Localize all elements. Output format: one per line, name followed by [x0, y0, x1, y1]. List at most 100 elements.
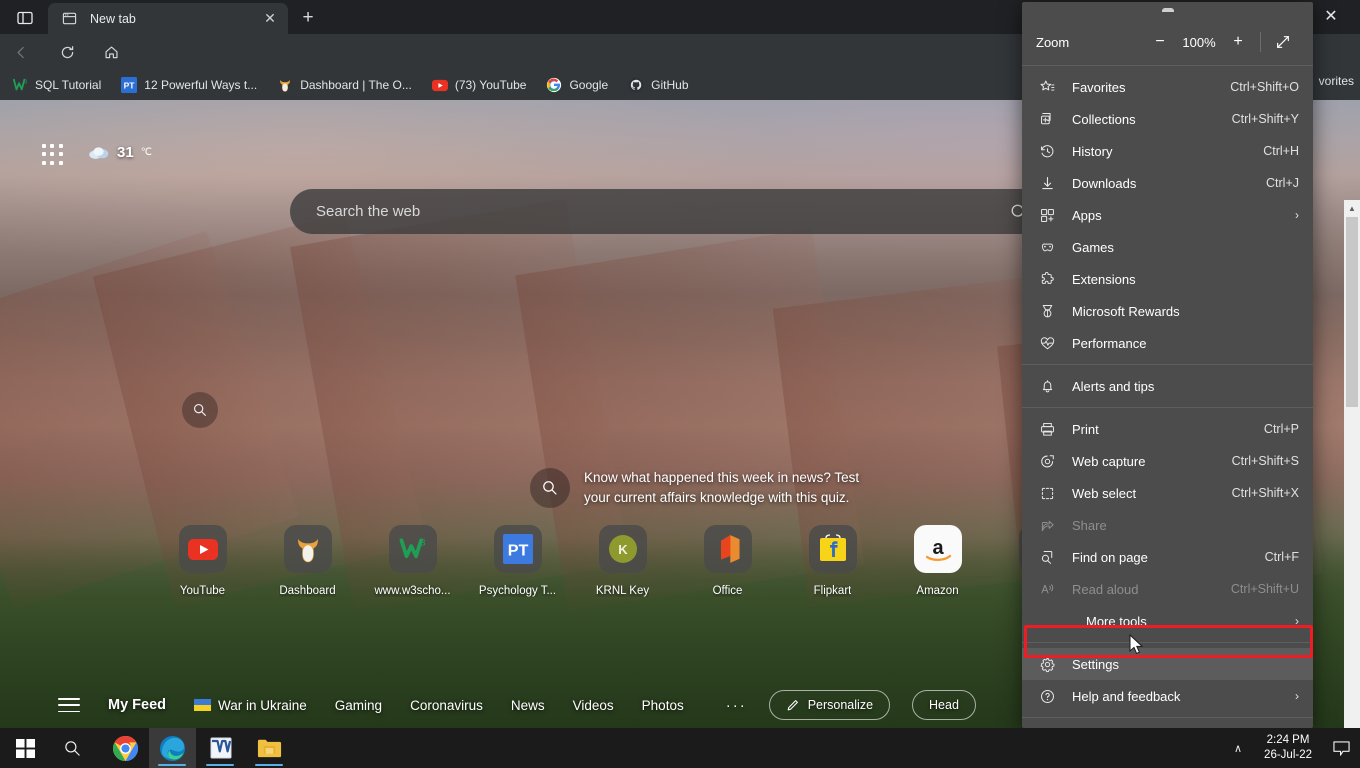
browser-tab[interactable]: New tab ✕: [48, 3, 288, 34]
action-center-icon[interactable]: [1322, 728, 1360, 768]
shortcut-flipkart[interactable]: Flipkart: [780, 525, 885, 597]
shortcut-dashboard[interactable]: Dashboard: [255, 525, 360, 597]
feed-more-button[interactable]: ···: [726, 697, 747, 714]
new-tab-button[interactable]: +: [294, 5, 322, 31]
menu-item-settings[interactable]: Settings: [1022, 648, 1313, 680]
divider: [1260, 32, 1261, 52]
feed-tab-videos[interactable]: Videos: [573, 698, 614, 713]
shortcut-w3schools[interactable]: 3 www.w3scho...: [360, 525, 465, 597]
shortcut-krnl-key[interactable]: K KRNL Key: [570, 525, 675, 597]
page-scrollbar[interactable]: ▲ ▼: [1344, 200, 1360, 728]
apps-grid-icon[interactable]: [42, 144, 64, 166]
shortcut-label: Dashboard: [279, 585, 336, 597]
menu-item-label: Favorites: [1072, 79, 1126, 95]
heading-button[interactable]: Head: [912, 690, 976, 720]
w3schools-icon: 3: [12, 77, 28, 93]
taskbar-clock[interactable]: 2:24 PM 26-Jul-22: [1254, 733, 1322, 763]
menu-item-more-tools[interactable]: More tools ›: [1022, 605, 1313, 637]
ntp-search-placeholder: Search the web: [316, 203, 421, 220]
home-button[interactable]: [94, 37, 128, 67]
menu-item-print[interactable]: Print Ctrl+P: [1022, 413, 1313, 445]
bookmark-sql-tutorial[interactable]: 3 SQL Tutorial: [4, 73, 109, 97]
menu-item-downloads[interactable]: Downloads Ctrl+J: [1022, 167, 1313, 199]
menu-item-alerts-and-tips[interactable]: Alerts and tips: [1022, 370, 1313, 402]
fullscreen-icon[interactable]: [1267, 27, 1299, 57]
bookmark-youtube[interactable]: (73) YouTube: [424, 73, 535, 97]
menu-item-find-on-page[interactable]: Find on page Ctrl+F: [1022, 541, 1313, 573]
feed-tab-coronavirus[interactable]: Coronavirus: [410, 698, 483, 713]
tray-expand-chevron-icon[interactable]: ∧: [1222, 728, 1254, 768]
bell-icon: [1036, 376, 1058, 396]
tab-close-icon[interactable]: ✕: [258, 7, 282, 31]
menu-item-label: Read aloud: [1072, 581, 1139, 597]
psychology-today-icon: PT: [493, 525, 542, 573]
shortcut-youtube[interactable]: YouTube: [150, 525, 255, 597]
zoom-row: Zoom − 100% +: [1022, 24, 1313, 60]
scroll-up-arrow-icon[interactable]: ▲: [1344, 200, 1360, 217]
menu-item-shortcut: Ctrl+P: [1263, 422, 1299, 436]
personalize-label: Personalize: [807, 698, 874, 712]
bookmark-12-powerful-ways[interactable]: PT 12 Powerful Ways t...: [113, 73, 265, 97]
back-button[interactable]: [4, 37, 38, 67]
feed-tab-gaming[interactable]: Gaming: [335, 698, 382, 713]
odin-icon: [283, 525, 332, 573]
chrome-button[interactable]: [102, 728, 149, 768]
menu-item-shortcut: Ctrl+Shift+O: [1230, 80, 1299, 94]
menu-item-games[interactable]: Games: [1022, 231, 1313, 263]
menu-item-label: Collections: [1072, 111, 1136, 127]
bookmark-dashboard-odin[interactable]: Dashboard | The O...: [269, 73, 420, 97]
menu-item-shortcut: Ctrl+H: [1263, 144, 1299, 158]
menu-item-label: Games: [1072, 239, 1114, 255]
menu-item-web-select[interactable]: Web select Ctrl+Shift+X: [1022, 477, 1313, 509]
menu-item-favorites[interactable]: Favorites Ctrl+Shift+O: [1022, 71, 1313, 103]
menu-item-history[interactable]: History Ctrl+H: [1022, 135, 1313, 167]
feed-tab-photos[interactable]: Photos: [642, 698, 684, 713]
ntp-search-box[interactable]: Search the web: [290, 189, 1050, 234]
feed-tab-label: Photos: [641, 697, 684, 713]
shortcut-label: YouTube: [179, 585, 226, 597]
bookmark-github[interactable]: GitHub: [620, 73, 696, 97]
feed-tab-label: Gaming: [334, 697, 383, 713]
quiz-promo-text: Know what happened this week in news? Te…: [584, 470, 860, 505]
menu-item-label: Alerts and tips: [1072, 378, 1155, 394]
hamburger-icon[interactable]: [58, 698, 80, 712]
menu-item-extensions[interactable]: Extensions: [1022, 263, 1313, 295]
bookmark-label: Google: [569, 78, 609, 92]
bookmarks-overflow[interactable]: vorites: [1319, 74, 1354, 88]
bookmark-google[interactable]: Google: [538, 73, 616, 97]
weather-widget[interactable]: 31 ℃: [88, 144, 152, 161]
edge-button[interactable]: [149, 728, 196, 768]
explorer-button[interactable]: [246, 728, 293, 768]
menu-item-microsoft-rewards[interactable]: Microsoft Rewards: [1022, 295, 1313, 327]
feed-tab-news[interactable]: News: [511, 698, 545, 713]
feed-tab-label: Videos: [572, 697, 614, 713]
zoom-in-button[interactable]: +: [1222, 27, 1254, 57]
shortcut-psychology-today[interactable]: PT Psychology T...: [465, 525, 570, 597]
menu-item-apps[interactable]: Apps ›: [1022, 199, 1313, 231]
word-button[interactable]: [197, 728, 244, 768]
personalize-button[interactable]: Personalize: [768, 690, 891, 720]
start-button[interactable]: [2, 728, 49, 768]
search-button[interactable]: [49, 728, 96, 768]
window-close-button[interactable]: ✕: [1308, 0, 1354, 32]
menu-item-help-and-feedback[interactable]: Help and feedback ›: [1022, 680, 1313, 712]
chevron-right-icon: ›: [1295, 689, 1299, 703]
feed-tab-war-in-ukraine[interactable]: War in Ukraine: [194, 698, 307, 713]
background-info-orb[interactable]: [182, 392, 218, 428]
menu-item-label: Print: [1072, 421, 1099, 437]
shortcut-amazon[interactable]: a Amazon: [885, 525, 990, 597]
shortcut-office[interactable]: Office: [675, 525, 780, 597]
menu-item-label: Microsoft Rewards: [1072, 303, 1180, 319]
sidebar-toggle-button[interactable]: [10, 5, 40, 31]
zoom-out-button[interactable]: −: [1144, 27, 1176, 57]
reload-button[interactable]: [50, 37, 84, 67]
feed-tab-my-feed[interactable]: My Feed: [108, 697, 166, 713]
menu-item-performance[interactable]: Performance: [1022, 327, 1313, 359]
zoom-value: 100%: [1182, 34, 1216, 50]
scrollbar-thumb[interactable]: [1346, 217, 1358, 407]
quiz-promo-card[interactable]: Know what happened this week in news? Te…: [530, 468, 860, 508]
menu-item-collections[interactable]: Collections Ctrl+Shift+Y: [1022, 103, 1313, 135]
menu-item-web-capture[interactable]: Web capture Ctrl+Shift+S: [1022, 445, 1313, 477]
find-magnifier-icon: [1036, 547, 1058, 567]
menu-item-shortcut: Ctrl+J: [1266, 176, 1299, 190]
